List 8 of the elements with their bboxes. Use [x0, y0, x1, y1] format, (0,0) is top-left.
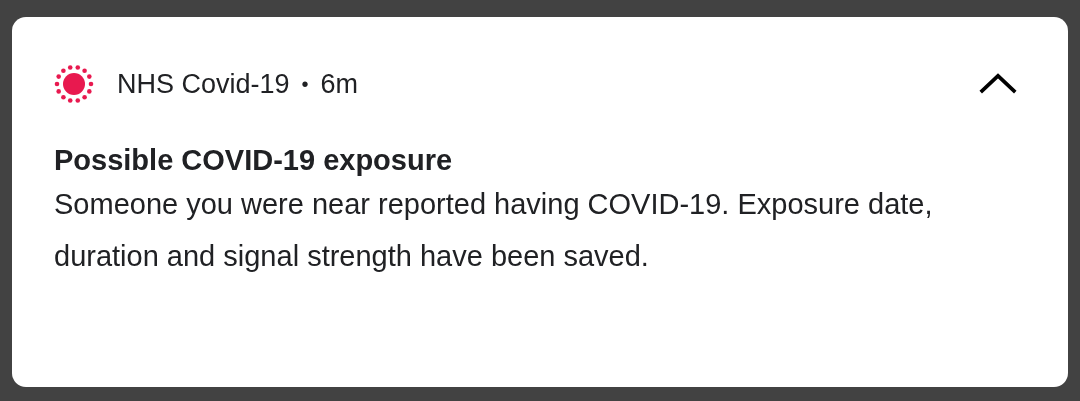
- notification-message: Someone you were near reported having COVID-19. Exposure date, duration and signal strength have been saved.: [54, 187, 934, 274]
- separator-dot: •: [301, 72, 309, 96]
- timestamp: 6m: [320, 68, 359, 100]
- virus-icon: [54, 64, 94, 104]
- app-name: NHS Covid-19: [117, 68, 290, 100]
- notification-title: Possible COVID-19 exposure: [54, 143, 454, 178]
- collapse-caret-icon[interactable]: [978, 73, 1018, 95]
- notification-card[interactable]: NHS Covid-19 • 6m Possible COVID-19 exposure Someone you were near reported having COVID-19. Exposure date, duration and signal strength have been saved.: [12, 17, 1068, 387]
